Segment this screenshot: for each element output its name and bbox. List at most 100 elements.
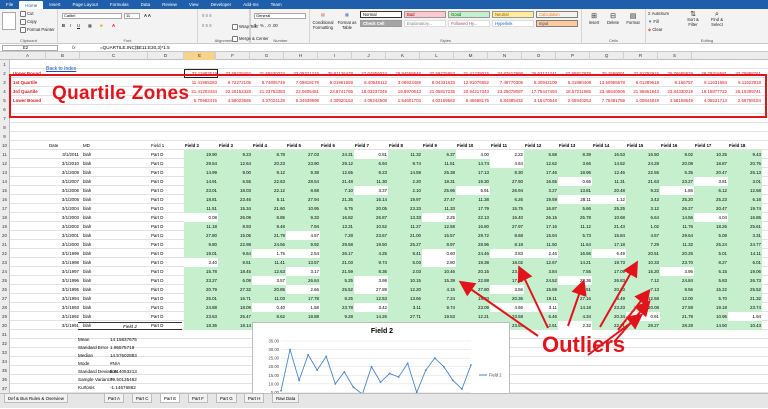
data-cell[interactable]: 14.18: [558, 303, 592, 312]
data-cell[interactable]: 23.13: [490, 267, 524, 276]
data-cell[interactable]: 6.37: [422, 150, 456, 159]
data-cell[interactable]: 16.51: [558, 285, 592, 294]
data-cell[interactable]: 8.39: [558, 150, 592, 159]
format-cells-button[interactable]: ▤ Format: [624, 12, 642, 25]
data-cell[interactable]: 8.36: [354, 267, 388, 276]
data-cell[interactable]: 21.59: [320, 267, 354, 276]
data-cell[interactable]: 1.75: [252, 249, 286, 258]
style-hyperlink[interactable]: Hyperlink: [492, 20, 534, 27]
data-cell[interactable]: 19.06: [728, 267, 762, 276]
data-cell[interactable]: 14.74: [456, 159, 490, 168]
format-as-table-button[interactable]: ▦ Format as Table: [336, 12, 358, 32]
format-painter-button[interactable]: Format Painter: [20, 27, 55, 33]
data-cell[interactable]: 27.71: [388, 312, 422, 321]
data-cell[interactable]: 2.25: [422, 213, 456, 222]
data-cell[interactable]: 23.90: [286, 159, 320, 168]
data-cell[interactable]: 7.94: [286, 222, 320, 231]
row-number[interactable]: 9: [0, 132, 10, 141]
date-cell[interactable]: 3/1/2002: [46, 222, 80, 231]
data-cell[interactable]: 2.20: [388, 177, 422, 186]
data-cell[interactable]: 23.58: [490, 312, 524, 321]
italic-button[interactable]: I: [70, 23, 71, 28]
data-cell[interactable]: 9.92: [286, 240, 320, 249]
data-cell[interactable]: 9.38: [286, 168, 320, 177]
data-cell[interactable]: 26.83: [592, 276, 626, 285]
tab-developer[interactable]: Developer: [205, 0, 238, 9]
data-cell[interactable]: 20.15: [456, 267, 490, 276]
row-number[interactable]: 34: [0, 357, 10, 366]
row-number[interactable]: 27: [0, 294, 10, 303]
date-cell[interactable]: 3/1/1992: [46, 312, 80, 321]
underline-button[interactable]: U: [77, 23, 80, 28]
back-to-index-link[interactable]: Back to Index: [46, 66, 76, 72]
row-number[interactable]: 10: [0, 141, 10, 150]
data-cell[interactable]: 28.36: [558, 276, 592, 285]
data-cell[interactable]: 29.64: [660, 231, 694, 240]
data-cell[interactable]: 8.85: [252, 213, 286, 222]
date-cell[interactable]: 3/1/2006: [46, 186, 80, 195]
data-cell[interactable]: 29.12: [320, 159, 354, 168]
data-cell[interactable]: 8.68: [286, 186, 320, 195]
data-cell[interactable]: 17.09: [592, 267, 626, 276]
data-cell[interactable]: 16.82: [320, 213, 354, 222]
data-cell[interactable]: 6.09: [218, 276, 252, 285]
tab-review[interactable]: Review: [156, 0, 183, 9]
data-cell[interactable]: 16.56: [558, 249, 592, 258]
data-cell[interactable]: 21.79: [252, 231, 286, 240]
data-cell[interactable]: 5.68: [524, 150, 558, 159]
data-cell[interactable]: 6.75: [320, 204, 354, 213]
data-cell[interactable]: 18.26: [694, 222, 728, 231]
data-cell[interactable]: 17.16: [524, 222, 558, 231]
data-cell[interactable]: 6.26: [490, 195, 524, 204]
data-cell[interactable]: 11.30: [354, 177, 388, 186]
column-header-r[interactable]: R: [624, 52, 658, 60]
data-cell[interactable]: 7.55: [558, 267, 592, 276]
data-cell[interactable]: 7.10: [320, 186, 354, 195]
data-cell[interactable]: 5.83: [694, 276, 728, 285]
data-cell[interactable]: 9.41: [388, 249, 422, 258]
data-cell[interactable]: 11.12: [558, 222, 592, 231]
column-header-p[interactable]: P: [556, 52, 590, 60]
font-size-select[interactable]: 11: [124, 13, 140, 19]
data-cell[interactable]: 26.73: [728, 276, 762, 285]
part-cell[interactable]: Part D: [150, 276, 184, 285]
data-cell[interactable]: 18.87: [694, 159, 728, 168]
data-cell[interactable]: 25.01: [184, 294, 218, 303]
data-cell[interactable]: 23.27: [184, 276, 218, 285]
style-good[interactable]: Good: [448, 11, 490, 18]
column-header-b[interactable]: B: [46, 52, 80, 60]
data-cell[interactable]: 6.94: [354, 159, 388, 168]
data-cell[interactable]: 3.81: [694, 177, 728, 186]
style-followed-hyperlink[interactable]: Followed Hy...: [448, 20, 490, 27]
column-header-f[interactable]: F: [216, 52, 250, 60]
data-cell[interactable]: 27.80: [184, 231, 218, 240]
data-cell[interactable]: 0.81: [354, 150, 388, 159]
date-cell[interactable]: 3/1/1995: [46, 285, 80, 294]
cut-button[interactable]: Cut: [20, 11, 34, 17]
data-cell[interactable]: 12.67: [524, 258, 558, 267]
style-calculation[interactable]: Calculation: [536, 11, 578, 18]
data-cell[interactable]: 9.33: [286, 213, 320, 222]
data-cell[interactable]: 12.62: [524, 159, 558, 168]
data-cell[interactable]: 4.64: [490, 159, 524, 168]
data-cell[interactable]: 9.43: [728, 150, 762, 159]
data-cell[interactable]: 24.28: [626, 159, 660, 168]
tab-data[interactable]: Data: [135, 0, 157, 9]
formula-input[interactable]: =QUARTILE.INC($E11:E30,3)*1.5: [100, 44, 170, 52]
sheet-tab[interactable]: Part A: [104, 394, 124, 403]
data-cell[interactable]: 25.20: [660, 195, 694, 204]
md-cell[interactable]: blah: [82, 186, 112, 195]
data-cell[interactable]: 25.78: [558, 213, 592, 222]
data-cell[interactable]: 20.79: [184, 285, 218, 294]
data-cell[interactable]: 26.15: [524, 213, 558, 222]
indent-icons[interactable]: ≡ ≡ ≡: [202, 23, 212, 28]
data-cell[interactable]: 21.79: [660, 312, 694, 321]
row-number[interactable]: 21: [0, 240, 10, 249]
data-cell[interactable]: 23.01: [184, 186, 218, 195]
data-cell[interactable]: 12.68: [728, 186, 762, 195]
data-cell[interactable]: 0.91: [626, 312, 660, 321]
data-cell[interactable]: 14.26: [354, 312, 388, 321]
part-cell[interactable]: Part D: [150, 312, 184, 321]
row-number[interactable]: 19: [0, 222, 10, 231]
md-cell[interactable]: blah: [82, 294, 112, 303]
